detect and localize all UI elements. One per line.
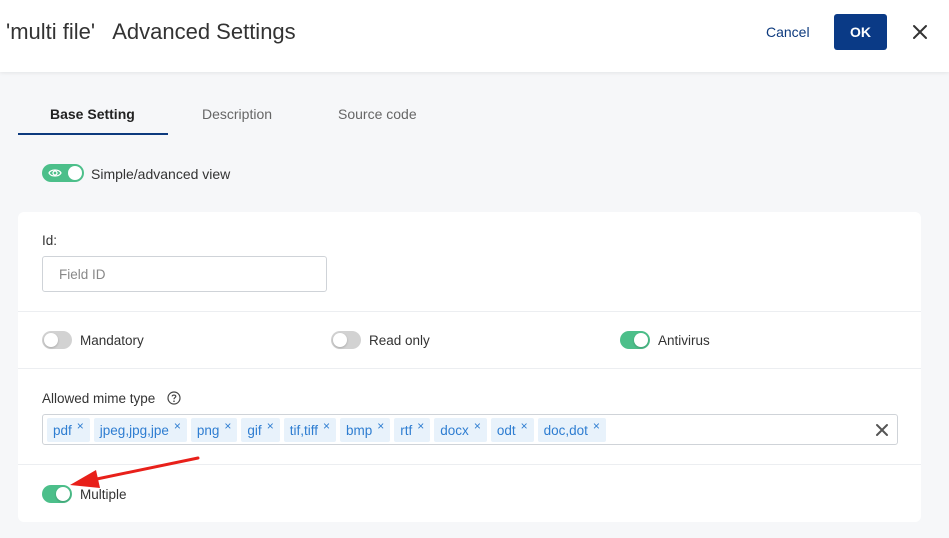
tab-base-setting[interactable]: Base Setting: [50, 106, 135, 122]
question-circle-icon[interactable]: [167, 391, 181, 405]
mime-tag: pdf ×: [47, 418, 90, 442]
mime-tag: bmp ×: [339, 418, 391, 442]
tab-bar: Base Setting Description Source code: [18, 92, 438, 136]
remove-tag-icon[interactable]: ×: [474, 419, 481, 433]
eye-icon: [48, 169, 62, 177]
simple-advanced-view-toggle[interactable]: [42, 164, 84, 182]
dialog-header: 'multi file' Advanced Settings Cancel OK: [0, 0, 949, 72]
remove-tag-icon[interactable]: ×: [377, 419, 384, 433]
multiple-toggle[interactable]: [42, 485, 72, 503]
cancel-button[interactable]: Cancel: [766, 24, 810, 40]
view-toggle-label: Simple/advanced view: [91, 166, 231, 182]
remove-tag-icon[interactable]: ×: [323, 419, 330, 433]
mime-type-label: Allowed mime type: [42, 391, 156, 406]
remove-tag-icon[interactable]: ×: [521, 419, 528, 433]
id-label: Id:: [42, 233, 58, 248]
mime-tag: rtf ×: [394, 418, 431, 442]
remove-tag-icon[interactable]: ×: [174, 419, 181, 433]
mime-type-select[interactable]: pdf × jpeg,jpg,jpe × png × gif × tif,tiff × b…: [42, 414, 898, 445]
mandatory-label: Mandatory: [80, 333, 144, 348]
remove-tag-icon[interactable]: ×: [417, 419, 424, 433]
divider: [18, 368, 921, 369]
active-tab-indicator: [18, 133, 168, 135]
divider: [18, 464, 921, 465]
remove-tag-icon[interactable]: ×: [267, 419, 274, 433]
remove-tag-icon[interactable]: ×: [593, 419, 600, 433]
antivirus-label: Antivirus: [658, 333, 710, 348]
mime-tag: png ×: [190, 418, 238, 442]
mime-tag: odt ×: [490, 418, 534, 442]
tab-description[interactable]: Description: [202, 106, 272, 122]
mime-tag: tif,tiff ×: [283, 418, 336, 442]
settings-panel: Id: Mandatory Read only Antivirus Allowe…: [18, 212, 921, 522]
mime-tag: jpeg,jpg,jpe ×: [93, 418, 187, 442]
mime-tag: docx ×: [434, 418, 487, 442]
dialog-title: 'multi file' Advanced Settings: [6, 19, 296, 44]
mime-tag: gif ×: [241, 418, 280, 442]
field-id-input[interactable]: [43, 257, 326, 291]
remove-tag-icon[interactable]: ×: [224, 419, 231, 433]
tab-source-code[interactable]: Source code: [338, 106, 417, 122]
divider: [18, 311, 921, 312]
mime-tag-list: pdf × jpeg,jpg,jpe × png × gif × tif,tiff × b…: [47, 418, 606, 442]
read-only-toggle[interactable]: [331, 331, 361, 349]
close-icon[interactable]: [908, 20, 932, 44]
remove-tag-icon[interactable]: ×: [77, 419, 84, 433]
mandatory-toggle[interactable]: [42, 331, 72, 349]
antivirus-toggle[interactable]: [620, 331, 650, 349]
clear-all-icon[interactable]: [875, 423, 889, 437]
toggle-knob: [68, 166, 82, 180]
read-only-label: Read only: [369, 333, 430, 348]
field-id-input-wrapper: [42, 256, 327, 292]
multiple-label: Multiple: [80, 487, 127, 502]
mime-tag: doc,dot ×: [537, 418, 606, 442]
ok-button[interactable]: OK: [834, 14, 887, 50]
